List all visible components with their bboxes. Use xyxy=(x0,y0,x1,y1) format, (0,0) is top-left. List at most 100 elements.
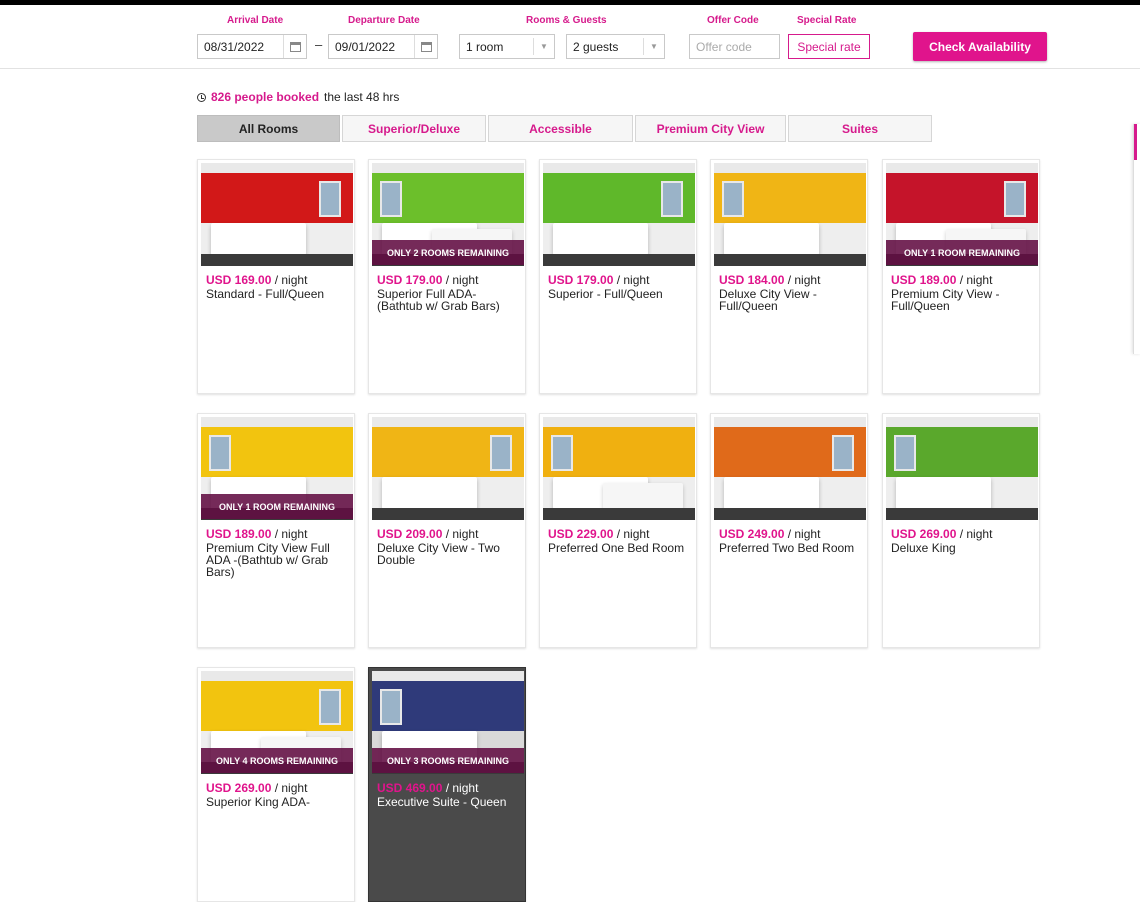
per-night-label: / night xyxy=(445,781,479,795)
room-card[interactable]: USD 169.00 / night Standard - Full/Queen xyxy=(197,159,355,394)
price-amount: USD 469.00 xyxy=(377,781,443,795)
room-name[interactable]: Premium City View - Full/Queen xyxy=(891,288,1033,312)
room-price: USD 179.00 / night xyxy=(548,273,649,287)
date-range-dash: – xyxy=(315,37,323,52)
room-photo[interactable] xyxy=(714,417,866,520)
price-amount: USD 189.00 xyxy=(206,527,272,541)
room-name[interactable]: Deluxe City View - Two Double xyxy=(377,542,519,566)
per-night-label: / night xyxy=(445,273,479,287)
chevron-down-icon: ▼ xyxy=(533,38,554,55)
tab-suites[interactable]: Suites xyxy=(788,115,932,142)
guests-value: 2 guests xyxy=(573,39,619,54)
room-card[interactable]: USD 269.00 / night Deluxe King xyxy=(882,413,1040,648)
room-name[interactable]: Deluxe King xyxy=(891,542,1033,554)
room-name[interactable]: Superior - Full/Queen xyxy=(548,288,690,300)
room-photo[interactable] xyxy=(201,163,353,266)
rooms-remaining-badge: ONLY 1 ROOM REMAINING xyxy=(201,494,353,519)
room-price: USD 209.00 / night xyxy=(377,527,478,541)
room-price: USD 269.00 / night xyxy=(206,781,307,795)
room-price: USD 179.00 / night xyxy=(377,273,478,287)
rooms-value: 1 room xyxy=(466,39,504,54)
room-name[interactable]: Preferred One Bed Room xyxy=(548,542,690,554)
price-amount: USD 179.00 xyxy=(548,273,614,287)
room-photo[interactable] xyxy=(543,417,695,520)
availability-search-bar: Arrival Date 08/31/2022 – Departure Date… xyxy=(0,5,1140,69)
special-rate-button[interactable]: Special rate xyxy=(788,34,870,59)
room-photo[interactable] xyxy=(886,417,1038,520)
room-photo[interactable] xyxy=(714,163,866,266)
calendar-icon[interactable] xyxy=(283,35,306,58)
booked-suffix: the last 48 hrs xyxy=(324,90,400,104)
room-price: USD 229.00 / night xyxy=(548,527,649,541)
rooms-remaining-badge: ONLY 2 ROOMS REMAINING xyxy=(372,240,524,265)
room-name[interactable]: Superior Full ADA-(Bathtub w/ Grab Bars) xyxy=(377,288,519,312)
tab-accessible[interactable]: Accessible xyxy=(488,115,633,142)
special-rate-label: Special Rate xyxy=(797,15,857,26)
price-amount: USD 249.00 xyxy=(719,527,785,541)
per-night-label: / night xyxy=(274,273,308,287)
departure-date-value: 09/01/2022 xyxy=(335,39,396,54)
room-card[interactable]: USD 179.00 / night Superior - Full/Queen xyxy=(539,159,697,394)
room-card[interactable]: ONLY 3 ROOMS REMAINING USD 469.00 / night… xyxy=(368,667,526,902)
side-widget-tab[interactable] xyxy=(1133,124,1140,354)
room-price: USD 189.00 / night xyxy=(891,273,992,287)
room-card[interactable]: USD 229.00 / night Preferred One Bed Room xyxy=(539,413,697,648)
price-amount: USD 269.00 xyxy=(206,781,272,795)
tab-all-rooms[interactable]: All Rooms xyxy=(197,115,340,142)
room-name[interactable]: Standard - Full/Queen xyxy=(206,288,348,300)
room-name[interactable]: Deluxe City View - Full/Queen xyxy=(719,288,861,312)
chevron-down-icon: ▼ xyxy=(643,38,664,55)
rooms-select[interactable]: 1 room ▼ xyxy=(459,34,555,59)
room-card[interactable]: ONLY 2 ROOMS REMAINING USD 179.00 / night… xyxy=(368,159,526,394)
room-photo[interactable] xyxy=(543,163,695,266)
room-price: USD 169.00 / night xyxy=(206,273,307,287)
guests-select[interactable]: 2 guests ▼ xyxy=(566,34,665,59)
room-price: USD 184.00 / night xyxy=(719,273,820,287)
room-photo[interactable] xyxy=(372,417,524,520)
booked-count: 826 people booked xyxy=(211,90,320,104)
calendar-icon[interactable] xyxy=(414,35,437,58)
rooms-remaining-badge: ONLY 3 ROOMS REMAINING xyxy=(372,748,524,773)
room-price: USD 269.00 / night xyxy=(891,527,992,541)
departure-date-field[interactable]: 09/01/2022 xyxy=(328,34,438,59)
arrival-date-field[interactable]: 08/31/2022 xyxy=(197,34,307,59)
per-night-label: / night xyxy=(959,527,993,541)
per-night-label: / night xyxy=(616,527,650,541)
room-card[interactable]: USD 209.00 / night Deluxe City View - Two… xyxy=(368,413,526,648)
room-price: USD 249.00 / night xyxy=(719,527,820,541)
arrival-date-value: 08/31/2022 xyxy=(204,39,265,54)
room-name[interactable]: Executive Suite - Queen xyxy=(377,796,519,808)
room-price: USD 469.00 / night xyxy=(377,781,478,795)
offer-code-input[interactable]: Offer code xyxy=(689,34,780,59)
room-card[interactable]: ONLY 1 ROOM REMAINING USD 189.00 / night P… xyxy=(197,413,355,648)
room-card[interactable]: ONLY 4 ROOMS REMAINING USD 269.00 / night… xyxy=(197,667,355,902)
offer-code-placeholder: Offer code xyxy=(696,39,752,54)
tab-superior-deluxe[interactable]: Superior/Deluxe xyxy=(342,115,486,142)
rooms-remaining-badge: ONLY 4 ROOMS REMAINING xyxy=(201,748,353,773)
price-amount: USD 209.00 xyxy=(377,527,443,541)
room-name[interactable]: Preferred Two Bed Room xyxy=(719,542,861,554)
room-card[interactable]: USD 249.00 / night Preferred Two Bed Room xyxy=(710,413,868,648)
price-amount: USD 189.00 xyxy=(891,273,957,287)
check-availability-button[interactable]: Check Availability xyxy=(913,32,1047,61)
price-amount: USD 179.00 xyxy=(377,273,443,287)
clock-icon xyxy=(197,92,206,102)
departure-date-label: Departure Date xyxy=(348,15,420,26)
per-night-label: / night xyxy=(787,273,821,287)
arrival-date-label: Arrival Date xyxy=(227,15,284,26)
room-price: USD 189.00 / night xyxy=(206,527,307,541)
per-night-label: / night xyxy=(959,273,993,287)
booked-notice: 826 people booked the last 48 hrs xyxy=(197,90,399,104)
per-night-label: / night xyxy=(787,527,821,541)
room-card[interactable]: ONLY 1 ROOM REMAINING USD 189.00 / night P… xyxy=(882,159,1040,394)
room-name[interactable]: Premium City View Full ADA -(Bathtub w/ … xyxy=(206,542,348,578)
price-amount: USD 169.00 xyxy=(206,273,272,287)
tab-premium-city-view[interactable]: Premium City View xyxy=(635,115,786,142)
room-card[interactable]: USD 184.00 / night Deluxe City View - Ful… xyxy=(710,159,868,394)
price-amount: USD 184.00 xyxy=(719,273,785,287)
per-night-label: / night xyxy=(274,781,308,795)
per-night-label: / night xyxy=(445,527,479,541)
per-night-label: / night xyxy=(274,527,308,541)
room-name[interactable]: Superior King ADA- xyxy=(206,796,348,808)
price-amount: USD 229.00 xyxy=(548,527,614,541)
